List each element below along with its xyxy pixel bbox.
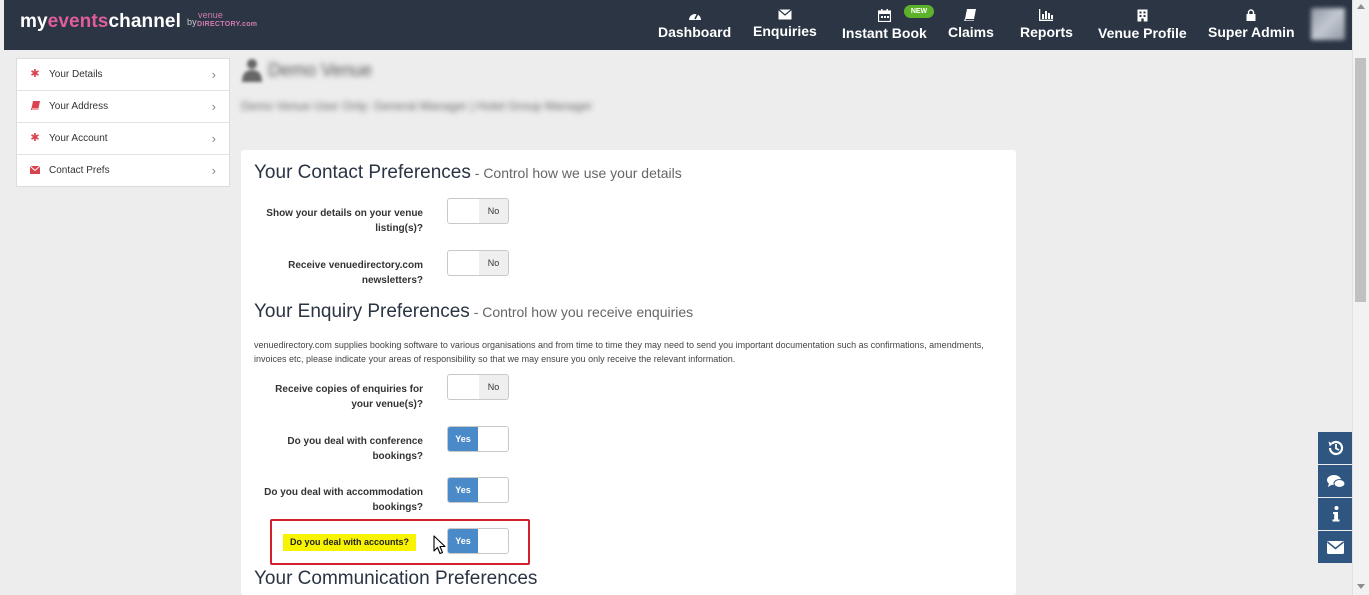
pref-label-show-details: Show your details on your venue listing(…	[266, 208, 423, 234]
bar-chart-icon	[1039, 9, 1054, 21]
profile-name: Demo Venue	[268, 60, 373, 80]
sidebar-item-label: Your Address	[49, 101, 109, 112]
nav-reports-label: Reports	[1020, 24, 1073, 40]
nav-super-admin-label: Super Admin	[1208, 24, 1295, 40]
user-icon	[242, 59, 262, 82]
book-icon	[30, 91, 40, 122]
profile-side-menu: ✱ Your Details › Your Address › ✱ Your A…	[16, 58, 230, 187]
dashboard-icon	[688, 12, 701, 20]
pref-label-accounts: Do you deal with accounts?	[283, 534, 417, 551]
asterisk-icon: ✱	[30, 68, 40, 80]
nav-dashboard[interactable]: Dashboard	[658, 9, 731, 40]
top-navbar: myeventschannel by venue DIRECTORY.com Da…	[4, 0, 1353, 50]
nav-super-admin[interactable]: Super Admin	[1208, 9, 1295, 40]
comments-icon	[1326, 474, 1345, 488]
envelope-icon	[1327, 540, 1344, 554]
nav-claims[interactable]: Claims	[948, 9, 994, 40]
chevron-right-icon: ›	[211, 99, 216, 114]
scroll-down-arrow-icon[interactable]	[1357, 584, 1365, 589]
new-badge: NEW	[904, 5, 934, 18]
history-icon	[1328, 440, 1343, 456]
asterisk-icon: ✱	[30, 132, 40, 144]
chat-button[interactable]	[1318, 465, 1353, 497]
main-nav: Dashboard Enquiries Instant Book Claims …	[4, 0, 1353, 50]
chevron-right-icon: ›	[211, 163, 216, 178]
scroll-thumb[interactable]	[1355, 58, 1366, 302]
toggle-show-details[interactable]: No	[447, 198, 509, 224]
nav-dashboard-label: Dashboard	[658, 24, 732, 40]
book-icon	[964, 9, 977, 21]
toggle-state: Yes	[448, 427, 478, 451]
toggle-state: No	[479, 375, 508, 399]
toggle-accommodation[interactable]: Yes	[447, 477, 509, 503]
toggle-newsletters[interactable]: No	[447, 250, 509, 276]
toggle-state: No	[479, 199, 508, 223]
chevron-right-icon: ›	[211, 67, 216, 82]
envelope-icon	[778, 9, 792, 20]
toggle-state: No	[479, 251, 508, 275]
toggle-conference[interactable]: Yes	[447, 426, 509, 452]
pref-label-conference: Do you deal with conference bookings?	[287, 436, 423, 462]
nav-instant-book-label: Instant Book	[842, 25, 927, 41]
contact-button[interactable]	[1318, 531, 1353, 563]
pref-label-accommodation: Do you deal with accommodation bookings?	[264, 487, 423, 513]
lock-icon	[1246, 9, 1256, 21]
profile-subtitle: Demo Venue User Only: General Manager | …	[241, 99, 593, 113]
chevron-right-icon: ›	[211, 131, 216, 146]
communication-preferences-heading: Your Communication Preferences	[254, 568, 537, 590]
enquiry-preferences-heading: Your Enquiry Preferences - Control how y…	[254, 301, 693, 323]
nav-reports[interactable]: Reports	[1020, 9, 1073, 40]
section-subtitle: - Control how we use your details	[470, 165, 682, 181]
info-icon	[1332, 506, 1339, 522]
nav-enquiries[interactable]: Enquiries	[753, 9, 817, 39]
sidebar-item-your-account[interactable]: ✱ Your Account ›	[17, 123, 229, 155]
sidebar-item-label: Your Account	[49, 133, 108, 144]
sidebar-item-label: Your Details	[49, 69, 103, 80]
enquiry-description: venuedirectory.com supplies booking soft…	[254, 340, 984, 364]
section-subtitle: - Control how you receive enquiries	[469, 304, 694, 320]
floating-tools	[1318, 432, 1353, 564]
nav-enquiries-label: Enquiries	[753, 23, 817, 39]
page-scrollbar[interactable]	[1352, 0, 1369, 595]
nav-venue-profile[interactable]: Venue Profile	[1098, 9, 1187, 41]
toggle-state: Yes	[448, 529, 478, 553]
history-button[interactable]	[1318, 432, 1353, 464]
sidebar-item-contact-prefs[interactable]: Contact Prefs ›	[17, 155, 229, 186]
pref-label-newsletters: Receive venuedirectory.com newsletters?	[288, 260, 423, 286]
building-icon	[1137, 9, 1148, 22]
section-title: Your Contact Preferences	[254, 162, 471, 183]
avatar[interactable]	[1311, 8, 1345, 40]
nav-claims-label: Claims	[948, 24, 994, 40]
sidebar-item-label: Contact Prefs	[49, 165, 110, 176]
pref-label-enquiry-copies: Receive copies of enquiries for your ven…	[275, 384, 423, 410]
nav-venue-profile-label: Venue Profile	[1098, 25, 1187, 41]
envelope-icon	[29, 155, 41, 186]
sidebar-item-your-address[interactable]: Your Address ›	[17, 91, 229, 123]
toggle-enquiry-copies[interactable]: No	[447, 374, 509, 400]
section-title: Your Enquiry Preferences	[254, 301, 470, 322]
sidebar-item-your-details[interactable]: ✱ Your Details ›	[17, 59, 229, 91]
toggle-state: Yes	[448, 478, 478, 502]
section-title: Your Communication Preferences	[254, 568, 538, 589]
preferences-panel: Your Contact Preferences - Control how w…	[241, 150, 1016, 595]
calendar-icon	[877, 9, 891, 22]
contact-preferences-heading: Your Contact Preferences - Control how w…	[254, 162, 682, 184]
scroll-up-arrow-icon[interactable]	[1357, 4, 1365, 9]
mouse-cursor-icon	[433, 535, 446, 555]
info-button[interactable]	[1318, 498, 1353, 530]
toggle-accounts[interactable]: Yes	[447, 528, 509, 554]
